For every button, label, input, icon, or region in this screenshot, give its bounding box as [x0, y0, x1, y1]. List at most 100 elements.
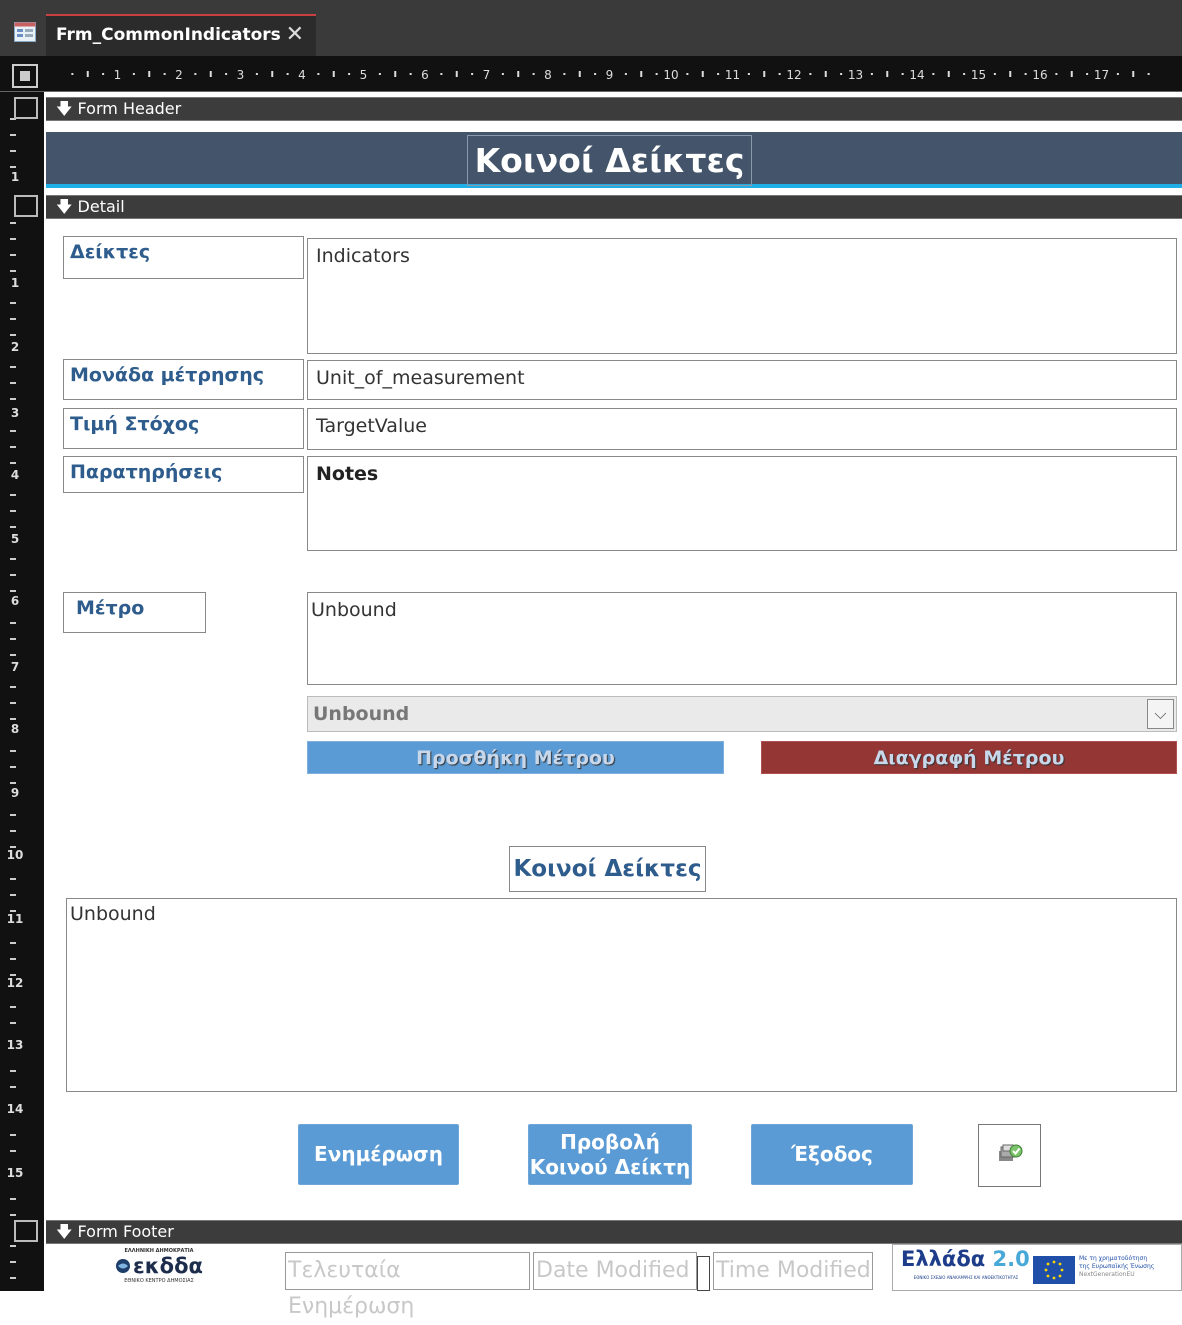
ruler-label: 3	[10, 406, 20, 420]
ruler-label: 7	[483, 68, 491, 82]
target-field[interactable]: TargetValue	[307, 408, 1177, 450]
ruler-tick	[10, 334, 16, 336]
ruler-tick	[809, 73, 812, 75]
ruler-tick	[10, 1198, 16, 1200]
section-selector-detail[interactable]	[14, 195, 38, 217]
time-modified-field[interactable]: Time Modified	[713, 1252, 873, 1290]
ruler-tick	[194, 73, 197, 75]
ruler-label: 3	[237, 68, 245, 82]
ruler-tick	[10, 510, 16, 512]
ruler-label: 9	[606, 68, 614, 82]
horizontal-ruler-ticks: 1 2 3 4 5 6 7 8 9 10 11 12 13 14 15 16 17	[71, 68, 1150, 82]
ruler-label: 9	[10, 786, 20, 800]
ruler-tick	[225, 73, 228, 75]
measure-label[interactable]: Μέτρο	[63, 592, 206, 633]
run-query-button[interactable]	[978, 1124, 1041, 1187]
section-label: Detail	[77, 197, 125, 216]
ruler-tick	[10, 150, 16, 152]
ruler-tick	[10, 302, 16, 304]
measure-combobox[interactable]: Unbound	[307, 696, 1177, 732]
ruler-tick	[10, 638, 16, 640]
ruler-tick	[10, 238, 16, 240]
notes-label[interactable]: Παρατηρήσεις	[63, 456, 304, 493]
ruler-tick	[1132, 71, 1135, 77]
indicators-label[interactable]: Δείκτες	[63, 236, 304, 279]
ruler-label: 1	[10, 276, 20, 290]
section-selector-header[interactable]	[14, 97, 38, 119]
ruler-label: 4	[298, 68, 306, 82]
date-modified-field[interactable]: Date Modified	[533, 1252, 697, 1290]
ruler-tick	[655, 73, 658, 75]
ruler-tick	[10, 382, 16, 384]
ruler-tick	[255, 73, 258, 75]
measure-field[interactable]: Unbound	[307, 592, 1177, 685]
ruler-tick	[348, 73, 351, 75]
section-bar-detail[interactable]: 🡇 Detail	[46, 195, 1182, 219]
ruler-label: 15	[971, 68, 986, 82]
ruler-tick	[1055, 73, 1058, 75]
delete-measure-button[interactable]: Διαγραφή Μέτρου	[761, 741, 1177, 774]
ruler-tick	[10, 462, 16, 464]
last-update-label[interactable]: Τελευταία Ενημέρωση	[285, 1252, 530, 1319]
unit-field[interactable]: Unit_of_measurement	[307, 360, 1177, 400]
unit-label[interactable]: Μονάδα μέτρησης	[63, 359, 304, 400]
common-indicators-subform[interactable]: Unbound	[66, 898, 1177, 1092]
ruler-label: 12	[6, 976, 24, 990]
exit-button[interactable]: Έξοδος	[751, 1124, 913, 1185]
subform-title[interactable]: Κοινοί Δείκτες	[509, 846, 706, 892]
notes-field[interactable]: Notes	[307, 456, 1177, 551]
ruler-label: 8	[544, 68, 552, 82]
ruler-tick	[10, 1150, 16, 1152]
ruler-label: 5	[10, 532, 20, 546]
ruler-tick	[10, 846, 16, 848]
ruler-label: 4	[10, 468, 20, 482]
greece-2-0-logo: Ελλάδα 2.0 ΕΘΝΙΚΟ ΣΧΕΔΙΟ ΑΝΑΚΑΜΨΗΣ ΚΑΙ Α…	[892, 1244, 1182, 1291]
close-icon[interactable]: ✕	[286, 16, 304, 54]
ruler-tick	[1116, 73, 1119, 75]
ruler-tick	[10, 1134, 16, 1136]
ruler-label: 17	[1094, 68, 1109, 82]
ruler-tick	[286, 73, 289, 75]
form-selector[interactable]	[12, 64, 38, 88]
ruler-tick	[10, 1070, 16, 1072]
ruler-tick	[10, 782, 16, 784]
section-label: Form Header	[77, 99, 182, 118]
ruler-tick	[747, 73, 750, 75]
indicators-field[interactable]: Indicators	[307, 238, 1177, 354]
ruler-tick	[10, 686, 16, 688]
ruler-label: 10	[6, 848, 24, 862]
view-indicator-button[interactable]: Προβολή Κοινού Δείκτη	[528, 1124, 692, 1185]
ruler-tick	[10, 1086, 16, 1088]
ruler-tick	[840, 73, 843, 75]
ruler-tick	[1147, 73, 1150, 75]
section-bar-form-header[interactable]: 🡇 Form Header	[46, 97, 1182, 121]
view-indicator-line2: Κοινού Δείκτη	[529, 1154, 691, 1179]
ruler-label: 10	[663, 68, 678, 82]
section-bar-form-footer[interactable]: 🡇 Form Footer	[46, 1220, 1182, 1244]
ruler-tick	[594, 73, 597, 75]
page-title[interactable]: Κοινοί Δείκτες	[467, 135, 752, 186]
ruler-tick	[10, 1261, 16, 1263]
update-button[interactable]: Ενημέρωση	[298, 1124, 459, 1185]
ruler-tick	[378, 73, 381, 75]
chevron-down-icon[interactable]: ⌵	[1147, 699, 1174, 729]
ruler-tick	[578, 71, 581, 77]
footer-separator-box	[697, 1256, 710, 1291]
ruler-label: 11	[725, 68, 740, 82]
ekdda-logo: ΕΛΛΗΝΙΚΗ ΔΗΜΟΚΡΑΤΙΑ εκδδα ΕΘΝΙΚΟ ΚΕΝΤΡΟ …	[108, 1248, 210, 1291]
ruler-tick	[10, 398, 16, 400]
ruler-tick	[10, 1277, 16, 1279]
ruler-tick	[10, 574, 16, 576]
section-label: Form Footer	[77, 1222, 174, 1241]
ruler-tick	[824, 71, 827, 77]
ruler-tick	[440, 73, 443, 75]
ruler-tick	[10, 254, 16, 256]
ruler-label: 2	[175, 68, 183, 82]
target-label[interactable]: Τιμή Στόχος	[63, 408, 304, 449]
ruler-tick	[717, 73, 720, 75]
section-selector-footer[interactable]	[14, 1220, 38, 1242]
ruler-label: 6	[421, 68, 429, 82]
tab-frm-commonindicators[interactable]: Frm_CommonIndicators ✕	[46, 14, 316, 56]
add-measure-button[interactable]: Προσθήκη Μέτρου	[307, 741, 724, 774]
ruler-tick	[1009, 71, 1012, 77]
